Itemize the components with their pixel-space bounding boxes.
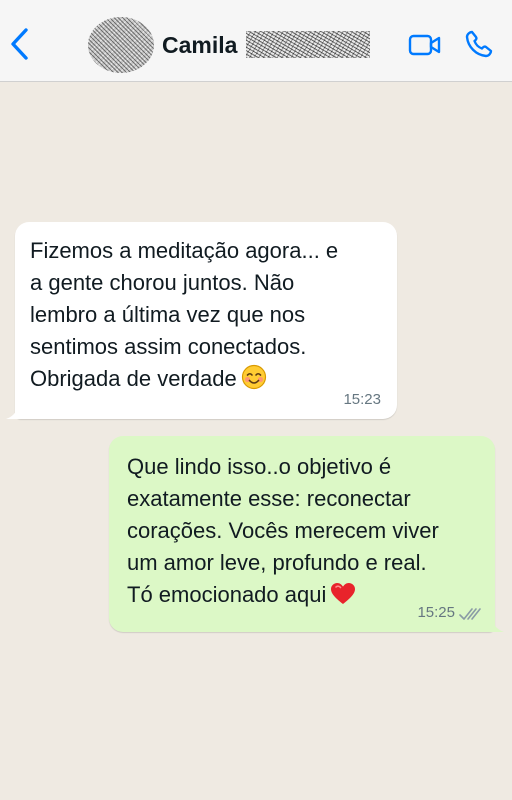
contact-name[interactable]: Camila bbox=[162, 32, 237, 59]
message-timestamp: 15:25 bbox=[417, 604, 455, 621]
bubble-tail bbox=[6, 403, 22, 419]
message-text-line: sentimos assim conectados. bbox=[30, 334, 307, 359]
message-text-line: Fizemos a meditação agora... e bbox=[30, 238, 339, 263]
red-heart-emoji-icon bbox=[331, 583, 356, 604]
message-text-line: Obrigada de verdade bbox=[30, 363, 381, 395]
chat-header: Camila bbox=[0, 0, 512, 82]
message-text: Tó emocionado aqui bbox=[127, 582, 327, 607]
bubble-tail bbox=[488, 616, 504, 632]
outgoing-message[interactable]: Que lindo isso..o objetivo é exatamente … bbox=[109, 436, 504, 632]
smiling-face-emoji-icon bbox=[241, 364, 266, 390]
message-text-line: a gente chorou juntos. Não bbox=[30, 270, 295, 295]
incoming-message[interactable]: Fizemos a meditação agora... e a gente c… bbox=[6, 222, 397, 419]
message-text-line: exatamente esse: reconectar bbox=[127, 486, 411, 511]
message-text: Obrigada de verdade bbox=[30, 366, 237, 391]
double-check-icon bbox=[459, 608, 481, 620]
video-camera-icon[interactable] bbox=[408, 33, 442, 57]
avatar[interactable] bbox=[88, 17, 154, 73]
message-text-line: um amor leve, profundo e real. bbox=[127, 550, 427, 575]
redacted-surname bbox=[246, 31, 370, 58]
chevron-left-icon[interactable] bbox=[6, 26, 34, 62]
message-text-line: corações. Vocês merecem viver bbox=[127, 518, 439, 543]
message-timestamp: 15:23 bbox=[343, 391, 381, 408]
phone-icon[interactable] bbox=[464, 29, 494, 59]
message-text-line: Que lindo isso..o objetivo é bbox=[127, 454, 392, 479]
message-text-line: lembro a última vez que nos bbox=[30, 302, 306, 327]
